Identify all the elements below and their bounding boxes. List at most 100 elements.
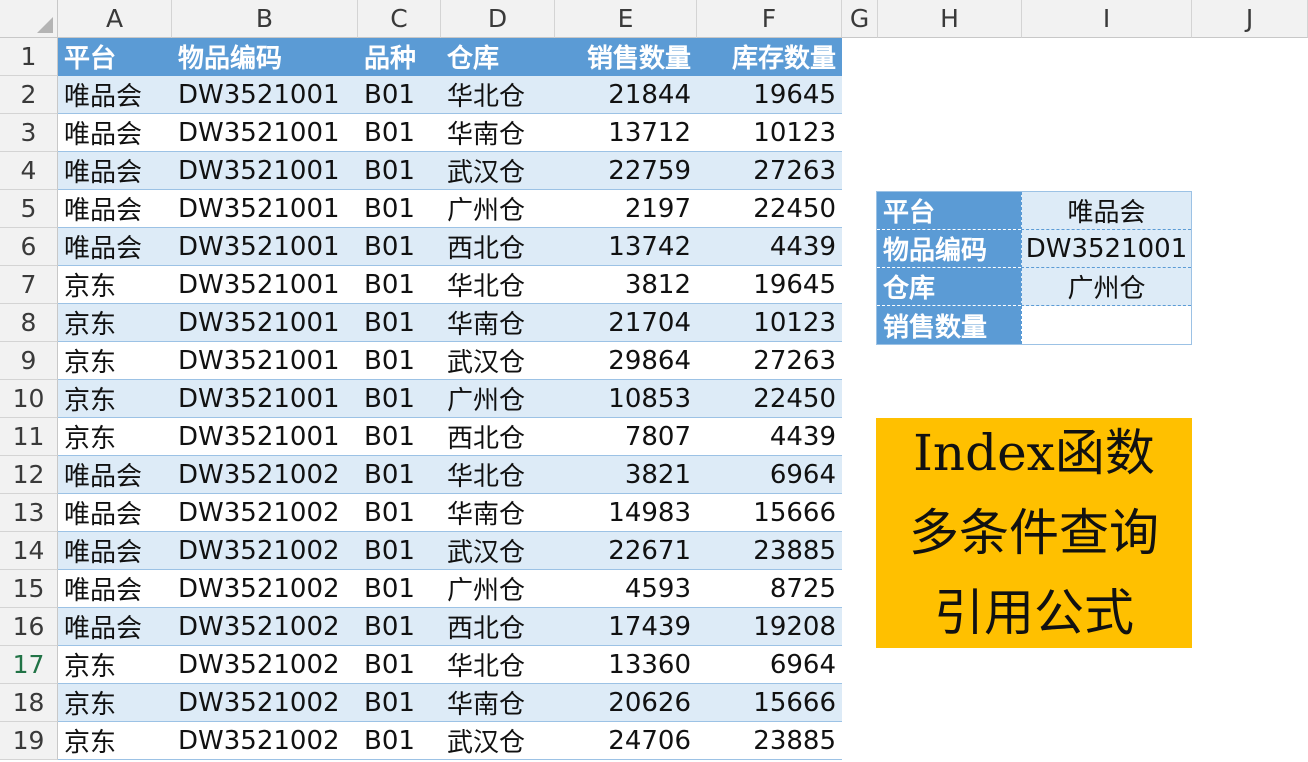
column-header-b[interactable]: B <box>172 0 358 38</box>
cell-item-code[interactable]: DW3521002 <box>172 570 358 608</box>
cell-stock-qty[interactable]: 15666 <box>697 494 842 532</box>
cell-item-code[interactable]: DW3521001 <box>172 114 358 152</box>
column-header-i[interactable]: I <box>1022 0 1192 38</box>
cell-warehouse[interactable]: 西北仓 <box>441 228 555 266</box>
cell-stock-qty[interactable]: 23885 <box>697 532 842 570</box>
row-header[interactable]: 9 <box>0 342 58 380</box>
cell-sales-qty[interactable]: 22759 <box>555 152 697 190</box>
cell-variety[interactable]: B01 <box>358 722 441 760</box>
cell-sales-qty[interactable]: 21704 <box>555 304 697 342</box>
cell-item-code[interactable]: DW3521001 <box>172 266 358 304</box>
cell-item-code[interactable]: DW3521001 <box>172 418 358 456</box>
cell-warehouse[interactable]: 武汉仓 <box>441 722 555 760</box>
cell-item-code[interactable]: DW3521001 <box>172 228 358 266</box>
cell-platform[interactable]: 京东 <box>58 418 172 456</box>
row-header[interactable]: 19 <box>0 722 58 760</box>
cell-sales-qty[interactable]: 21844 <box>555 76 697 114</box>
cell-variety[interactable]: B01 <box>358 152 441 190</box>
cell-variety[interactable]: B01 <box>358 570 441 608</box>
lookup-value-warehouse[interactable]: 广州仓 <box>1021 268 1191 306</box>
cell-warehouse[interactable]: 武汉仓 <box>441 152 555 190</box>
cell-variety[interactable]: B01 <box>358 190 441 228</box>
cell-stock-qty[interactable]: 19645 <box>697 266 842 304</box>
cell-stock-qty[interactable]: 19645 <box>697 76 842 114</box>
row-header[interactable]: 12 <box>0 456 58 494</box>
cell-stock-qty[interactable]: 19208 <box>697 608 842 646</box>
cell-variety[interactable]: B01 <box>358 646 441 684</box>
column-header-g[interactable]: G <box>842 0 878 38</box>
cell-variety[interactable]: B01 <box>358 418 441 456</box>
cell-platform[interactable]: 唯品会 <box>58 190 172 228</box>
column-header-d[interactable]: D <box>441 0 555 38</box>
cell-platform[interactable]: 唯品会 <box>58 228 172 266</box>
row-header-selected[interactable]: 17 <box>0 646 58 684</box>
header-cell-item-code[interactable]: 物品编码 <box>172 38 358 76</box>
cell-stock-qty[interactable]: 4439 <box>697 418 842 456</box>
cell-warehouse[interactable]: 武汉仓 <box>441 532 555 570</box>
row-header[interactable]: 8 <box>0 304 58 342</box>
cell-platform[interactable]: 唯品会 <box>58 570 172 608</box>
row-header[interactable]: 2 <box>0 76 58 114</box>
cell-sales-qty[interactable]: 22671 <box>555 532 697 570</box>
column-header-f[interactable]: F <box>697 0 842 38</box>
cell-item-code[interactable]: DW3521002 <box>172 608 358 646</box>
cell-platform[interactable]: 京东 <box>58 380 172 418</box>
cell-item-code[interactable]: DW3521001 <box>172 152 358 190</box>
row-header[interactable]: 14 <box>0 532 58 570</box>
row-header[interactable]: 6 <box>0 228 58 266</box>
row-header[interactable]: 18 <box>0 684 58 722</box>
row-header[interactable]: 1 <box>0 38 58 76</box>
cell-warehouse[interactable]: 华南仓 <box>441 304 555 342</box>
row-header[interactable]: 4 <box>0 152 58 190</box>
cell-stock-qty[interactable]: 8725 <box>697 570 842 608</box>
cell-platform[interactable]: 京东 <box>58 342 172 380</box>
cell-variety[interactable]: B01 <box>358 494 441 532</box>
cell-warehouse[interactable]: 西北仓 <box>441 608 555 646</box>
cell-variety[interactable]: B01 <box>358 114 441 152</box>
cell-variety[interactable]: B01 <box>358 456 441 494</box>
lookup-value-platform[interactable]: 唯品会 <box>1021 192 1191 230</box>
cell-stock-qty[interactable]: 15666 <box>697 684 842 722</box>
cell-item-code[interactable]: DW3521001 <box>172 380 358 418</box>
cell-sales-qty[interactable]: 20626 <box>555 684 697 722</box>
lookup-label[interactable]: 平台 <box>877 192 1021 230</box>
cell-stock-qty[interactable]: 22450 <box>697 190 842 228</box>
cell-sales-qty[interactable]: 10853 <box>555 380 697 418</box>
cell-platform[interactable]: 唯品会 <box>58 152 172 190</box>
cell-variety[interactable]: B01 <box>358 608 441 646</box>
header-cell-variety[interactable]: 品种 <box>358 38 441 76</box>
lookup-label[interactable]: 销售数量 <box>877 306 1021 344</box>
cell-variety[interactable]: B01 <box>358 532 441 570</box>
cell-warehouse[interactable]: 华南仓 <box>441 494 555 532</box>
select-all-button[interactable] <box>0 0 58 38</box>
cell-warehouse[interactable]: 华北仓 <box>441 646 555 684</box>
cell-item-code[interactable]: DW3521001 <box>172 190 358 228</box>
cell-warehouse[interactable]: 武汉仓 <box>441 342 555 380</box>
header-cell-sales-qty[interactable]: 销售数量 <box>555 38 697 76</box>
cell-sales-qty[interactable]: 4593 <box>555 570 697 608</box>
column-header-j[interactable]: J <box>1192 0 1308 38</box>
cell-variety[interactable]: B01 <box>358 76 441 114</box>
row-header[interactable]: 16 <box>0 608 58 646</box>
cell-sales-qty[interactable]: 17439 <box>555 608 697 646</box>
cell-platform[interactable]: 唯品会 <box>58 114 172 152</box>
cell-item-code[interactable]: DW3521001 <box>172 76 358 114</box>
cell-platform[interactable]: 京东 <box>58 266 172 304</box>
column-header-h[interactable]: H <box>878 0 1022 38</box>
cell-item-code[interactable]: DW3521002 <box>172 684 358 722</box>
cell-platform[interactable]: 唯品会 <box>58 76 172 114</box>
lookup-value-item-code[interactable]: DW3521001 <box>1021 230 1191 268</box>
cell-sales-qty[interactable]: 2197 <box>555 190 697 228</box>
cell-warehouse[interactable]: 广州仓 <box>441 190 555 228</box>
cell-stock-qty[interactable]: 6964 <box>697 646 842 684</box>
cell-item-code[interactable]: DW3521001 <box>172 304 358 342</box>
cell-platform[interactable]: 唯品会 <box>58 494 172 532</box>
cell-warehouse[interactable]: 华北仓 <box>441 76 555 114</box>
cell-variety[interactable]: B01 <box>358 304 441 342</box>
row-header[interactable]: 3 <box>0 114 58 152</box>
cell-item-code[interactable]: DW3521002 <box>172 494 358 532</box>
cell-sales-qty[interactable]: 3812 <box>555 266 697 304</box>
cell-variety[interactable]: B01 <box>358 342 441 380</box>
cell-platform[interactable]: 京东 <box>58 646 172 684</box>
row-header[interactable]: 15 <box>0 570 58 608</box>
